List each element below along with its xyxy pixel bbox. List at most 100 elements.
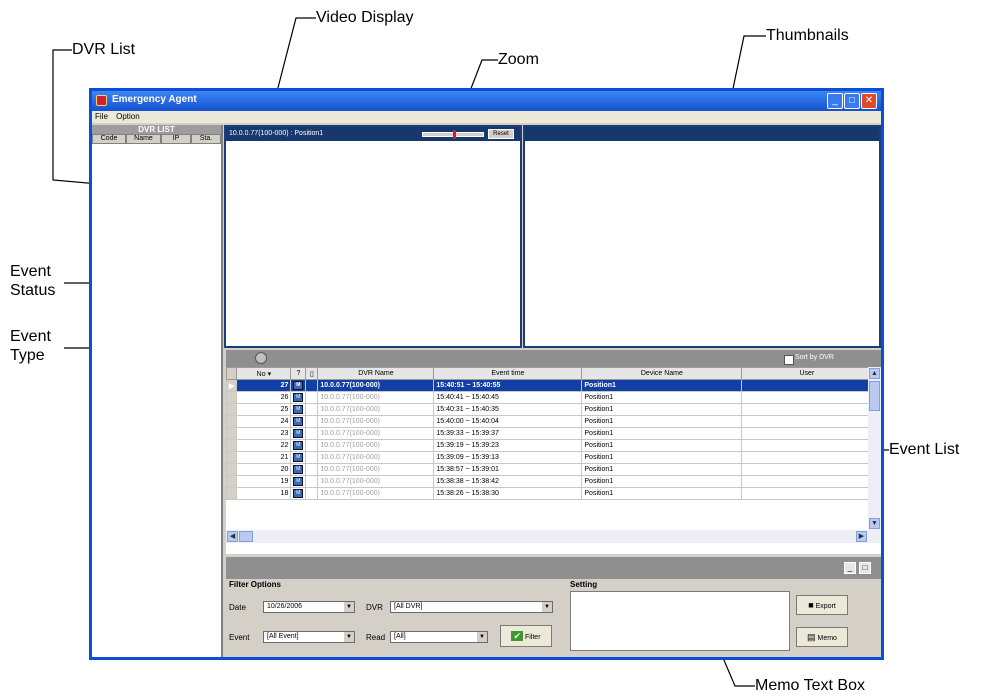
- row-indicator[interactable]: [225, 451, 238, 464]
- cell-event-type: M: [290, 439, 307, 452]
- memo-button-label: Memo: [817, 635, 837, 642]
- column-event-time[interactable]: Event time: [433, 367, 583, 380]
- cell-device-name: Position1: [581, 487, 743, 500]
- cell-user: [741, 403, 873, 416]
- callout-video-display: Video Display: [316, 9, 414, 26]
- column-name[interactable]: Name: [126, 134, 161, 144]
- cell-dvr-name: 10.0.0.77(100-000): [317, 451, 435, 464]
- cell-dvr-name: 10.0.0.77(100-000): [317, 391, 435, 404]
- row-indicator[interactable]: [225, 415, 238, 428]
- menu-file[interactable]: File: [92, 111, 111, 121]
- cell-dvr-name: 10.0.0.77(100-000): [317, 379, 435, 392]
- cell-event-type: M: [290, 403, 307, 416]
- event-list-vertical-scrollbar[interactable]: ▲ ▼: [868, 367, 881, 530]
- maximize-icon[interactable]: □: [844, 93, 860, 109]
- lower-panel-bar: _ □: [226, 557, 881, 579]
- table-row[interactable]: 26 M 10.0.0.77(100-000) 15:40:41 ~ 15:40:45…: [225, 391, 873, 404]
- cell-event-type: M: [290, 487, 307, 500]
- callout-dvr-list: DVR List: [72, 41, 136, 58]
- cell-event-time: 15:40:51 ~ 15:40:55: [433, 379, 583, 392]
- minimize-panel-icon[interactable]: _: [844, 562, 856, 574]
- zoom-slider-thumb[interactable]: [453, 130, 456, 139]
- event-list-horizontal-scrollbar[interactable]: ◀ ▶: [226, 530, 881, 543]
- memo-button[interactable]: ▤ Memo: [796, 627, 848, 647]
- minimize-icon[interactable]: _: [827, 93, 843, 109]
- row-indicator[interactable]: [225, 391, 238, 404]
- scroll-right-icon[interactable]: ▶: [856, 531, 867, 542]
- record-status-icon[interactable]: [255, 352, 267, 364]
- event-dropdown-icon[interactable]: ▼: [344, 632, 354, 642]
- cell-event-type: M: [290, 379, 307, 392]
- table-row[interactable]: 21 M 10.0.0.77(100-000) 15:39:09 ~ 15:39:13…: [225, 451, 873, 464]
- scroll-thumb[interactable]: [869, 381, 880, 411]
- cell-device-name: Position1: [581, 427, 743, 440]
- motion-event-icon: M: [293, 477, 304, 486]
- date-dropdown-icon[interactable]: ▼: [344, 602, 354, 612]
- sort-by-dvr-checkbox[interactable]: [784, 355, 794, 365]
- cell-device-name: Position1: [581, 439, 743, 452]
- event-value: [All Event]: [267, 633, 299, 640]
- zoom-slider[interactable]: [422, 130, 484, 139]
- table-row[interactable]: 23 M 10.0.0.77(100-000) 15:39:33 ~ 15:39:37…: [225, 427, 873, 440]
- memo-icon: ▤: [807, 632, 816, 642]
- read-dropdown-icon[interactable]: ▼: [477, 632, 487, 642]
- cell-user: [741, 475, 873, 488]
- dvr-dropdown-icon[interactable]: ▼: [542, 602, 552, 612]
- window-title: Emergency Agent: [112, 94, 197, 105]
- scroll-down-icon[interactable]: ▼: [869, 518, 880, 529]
- cell-event-status: [305, 427, 319, 440]
- table-row[interactable]: 19 M 10.0.0.77(100-000) 15:38:38 ~ 15:38:42…: [225, 475, 873, 488]
- callout-thumbnails: Thumbnails: [766, 27, 849, 44]
- column-status[interactable]: Sta.: [191, 134, 221, 144]
- column-dvr-name[interactable]: DVR Name: [317, 367, 435, 380]
- cell-user: [741, 487, 873, 500]
- scroll-left-icon[interactable]: ◀: [227, 531, 238, 542]
- table-row[interactable]: 22 M 10.0.0.77(100-000) 15:39:19 ~ 15:39:23…: [225, 439, 873, 452]
- table-row[interactable]: 20 M 10.0.0.77(100-000) 15:38:57 ~ 15:39:01…: [225, 463, 873, 476]
- row-indicator[interactable]: [225, 403, 238, 416]
- row-indicator[interactable]: [225, 475, 238, 488]
- column-event-type[interactable]: ?: [290, 367, 307, 380]
- table-row[interactable]: ▶ 27 M 10.0.0.77(100-000) 15:40:51 ~ 15:40:5…: [225, 379, 873, 392]
- dvr-select[interactable]: [All DVR] ▼: [390, 601, 553, 613]
- column-event-status[interactable]: ▯: [305, 367, 319, 380]
- row-indicator[interactable]: [225, 427, 238, 440]
- thumbnails-panel[interactable]: [523, 125, 881, 348]
- row-indicator[interactable]: [225, 463, 238, 476]
- reset-button[interactable]: Reset: [488, 129, 514, 139]
- cell-device-name: Position1: [581, 391, 743, 404]
- cell-event-time: 15:40:41 ~ 15:40:45: [433, 391, 583, 404]
- column-user[interactable]: User: [741, 367, 873, 380]
- column-no[interactable]: No ▾: [236, 367, 292, 380]
- dvr-list-header: DVR LIST: [92, 125, 221, 134]
- cell-event-status: [305, 463, 319, 476]
- close-icon[interactable]: ✕: [861, 93, 877, 109]
- motion-event-icon: M: [293, 453, 304, 462]
- cell-event-status: [305, 379, 319, 392]
- cell-event-status: [305, 415, 319, 428]
- filter-button[interactable]: ✔ Filter: [500, 625, 552, 647]
- column-code[interactable]: Code: [92, 134, 126, 144]
- read-select[interactable]: [All] ▼: [390, 631, 488, 643]
- hscroll-thumb[interactable]: [239, 531, 253, 542]
- export-button[interactable]: ■ Export: [796, 595, 848, 615]
- table-row[interactable]: 25 M 10.0.0.77(100-000) 15:40:31 ~ 15:40:35…: [225, 403, 873, 416]
- memo-text-box[interactable]: [570, 591, 790, 651]
- row-indicator[interactable]: [225, 439, 238, 452]
- column-ip[interactable]: IP: [161, 134, 191, 144]
- column-device-name[interactable]: Device Name: [581, 367, 743, 380]
- row-indicator[interactable]: [225, 487, 238, 500]
- event-select[interactable]: [All Event] ▼: [263, 631, 355, 643]
- table-row[interactable]: 18 M 10.0.0.77(100-000) 15:38:26 ~ 15:38:30…: [225, 487, 873, 500]
- date-field[interactable]: 10/26/2006 ▼: [263, 601, 355, 613]
- callout-event-list: Event List: [889, 441, 960, 458]
- table-row[interactable]: 24 M 10.0.0.77(100-000) 15:40:00 ~ 15:40:04…: [225, 415, 873, 428]
- restore-panel-icon[interactable]: □: [859, 562, 871, 574]
- scroll-up-icon[interactable]: ▲: [869, 368, 880, 379]
- cell-user: [741, 379, 873, 392]
- read-value: [All]: [394, 633, 406, 640]
- title-bar[interactable]: Emergency Agent _ □ ✕: [92, 91, 881, 111]
- row-indicator[interactable]: ▶: [225, 379, 238, 392]
- video-display[interactable]: 10.0.0.77(100-000) : Position1 Reset: [224, 125, 522, 348]
- menu-option[interactable]: Option: [113, 111, 143, 121]
